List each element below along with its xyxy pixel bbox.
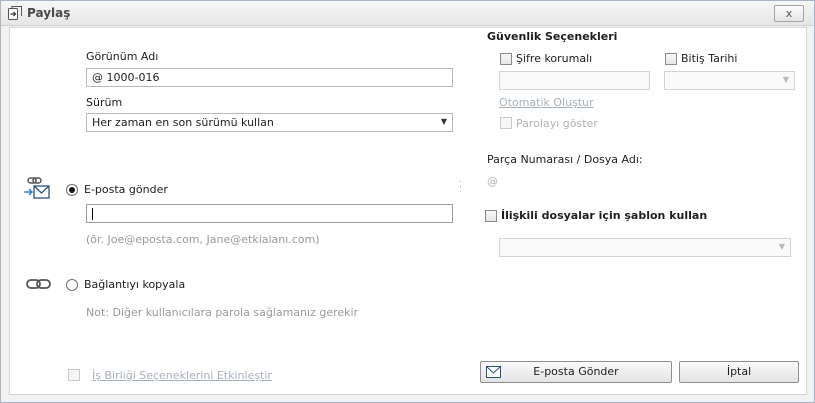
email-option-label[interactable]: E-posta gönder — [84, 183, 168, 196]
view-name-label: Görünüm Adı — [86, 50, 159, 63]
cancel-button[interactable]: İptal — [679, 361, 799, 383]
collab-checkbox[interactable] — [68, 369, 80, 381]
dialog-body: Görünüm Adı @ 1000-016 Sürüm Her zaman e… — [9, 27, 807, 395]
template-label[interactable]: İlişkili dosyalar için şablon kullan — [501, 209, 707, 222]
chevron-down-icon: ▼ — [778, 242, 785, 251]
show-password-label[interactable]: Parolayı göster — [516, 117, 598, 130]
copy-link-note: Not: Diğer kullanıcılara parola sağlaman… — [86, 306, 359, 319]
envelope-icon — [486, 366, 501, 378]
chevron-down-icon: ▼ — [782, 75, 789, 84]
email-option-radio[interactable] — [66, 184, 78, 196]
password-protect-label[interactable]: Şifre korumalı — [516, 52, 592, 65]
expiry-date-select[interactable]: ▼ — [664, 71, 795, 90]
version-select[interactable]: Her zaman en son sürümü kullan ▼ — [86, 113, 453, 132]
show-password-checkbox[interactable] — [500, 117, 512, 129]
radio-selected-dot — [69, 187, 75, 193]
link-icon — [26, 279, 51, 289]
part-number-value: @ — [487, 175, 498, 188]
collab-options-label[interactable]: İş Birliği Seçeneklerini Etkinleştir — [92, 369, 272, 382]
part-number-label: Parça Numarası / Dosya Adı: — [487, 153, 643, 166]
dialog-title: Paylaş — [27, 6, 71, 20]
template-select[interactable]: ▼ — [499, 238, 791, 257]
expiry-date-checkbox[interactable] — [665, 53, 677, 65]
share-icon — [8, 6, 22, 20]
security-heading: Güvenlik Seçenekleri — [487, 30, 618, 43]
view-name-input[interactable]: @ 1000-016 — [86, 68, 453, 87]
send-email-button-label: E-posta Gönder — [533, 365, 619, 378]
copy-link-radio[interactable] — [66, 279, 78, 291]
copy-link-label[interactable]: Bağlantıyı kopyala — [84, 278, 185, 291]
auto-generate-link[interactable]: Otomatik Oluştur — [499, 96, 594, 109]
template-checkbox[interactable] — [485, 210, 497, 222]
close-button[interactable]: x — [774, 5, 804, 22]
email-hint-text: (ör. Joe@eposta.com, Jane@etkialanı.com) — [86, 233, 320, 246]
password-input[interactable] — [499, 71, 650, 90]
password-protect-checkbox[interactable] — [500, 53, 512, 65]
email-address-input[interactable] — [86, 204, 453, 223]
text-cursor — [92, 208, 93, 220]
send-email-button[interactable]: E-posta Gönder — [480, 361, 672, 383]
chevron-down-icon: ▼ — [440, 117, 447, 126]
version-label: Sürüm — [86, 96, 123, 109]
email-link-icon — [24, 177, 50, 199]
title-bar: Paylaş x — [1, 1, 814, 26]
version-select-value: Her zaman en son sürümü kullan — [92, 116, 274, 129]
splitter-grip: · · · — [459, 177, 463, 198]
expiry-date-label[interactable]: Bitiş Tarihi — [681, 52, 737, 65]
share-dialog: Paylaş x Görünüm Adı @ 1000-016 Sürüm He… — [0, 0, 815, 403]
